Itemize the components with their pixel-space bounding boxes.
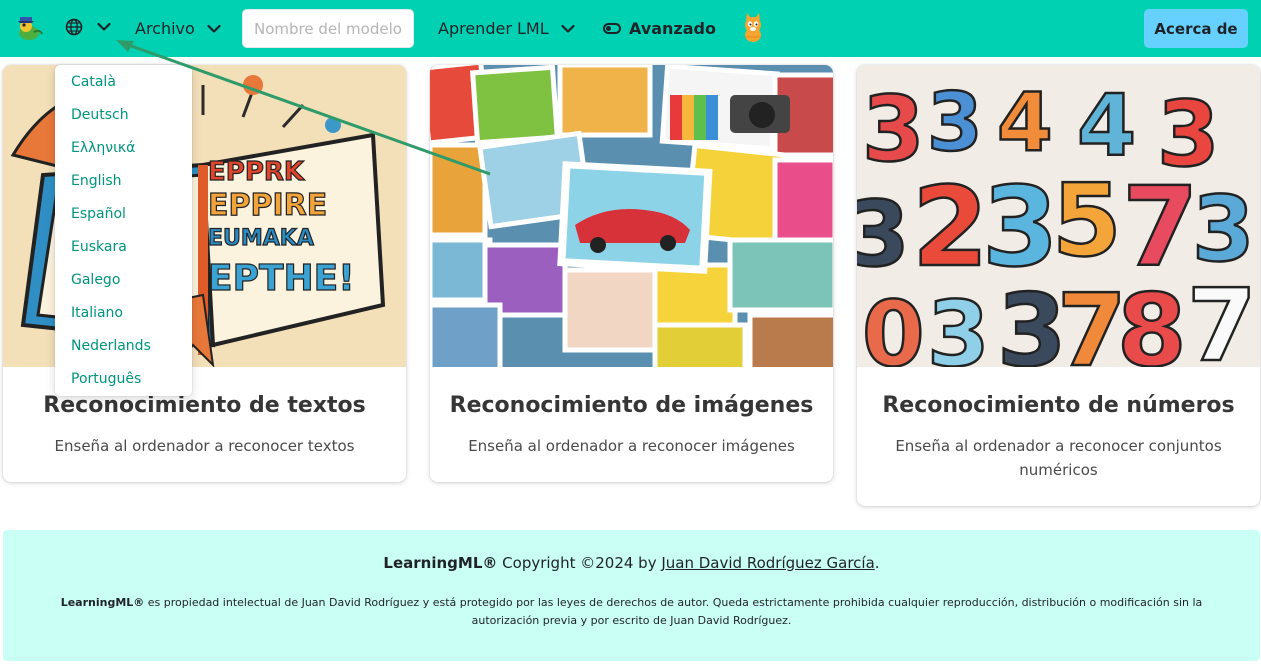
author-link[interactable]: Juan David Rodríguez García (661, 554, 874, 572)
copyright-line: LearningML® Copyright ©2024 by Juan Davi… (3, 554, 1260, 572)
card-title: Reconocimiento de números (882, 393, 1235, 418)
colorful-numbers-image: 3 3 4 4 3 3 2 3 5 7 3 0 3 3 7 8 7 (857, 65, 1260, 367)
svg-text:EPTHE!: EPTHE! (208, 258, 355, 299)
globe-icon (65, 18, 83, 36)
svg-text:0: 0 (862, 282, 925, 367)
language-option-catalan[interactable]: Català (55, 73, 192, 106)
svg-text:EPPIRE: EPPIRE (208, 188, 327, 223)
card-title: Reconocimiento de imágenes (449, 393, 814, 418)
legal-notice: LearningML® es propiedad intelectual de … (32, 594, 1232, 630)
legal-brand: LearningML® (60, 596, 145, 609)
file-menu[interactable]: Archivo (135, 0, 221, 57)
learn-lml-menu[interactable]: Aprender LML (438, 0, 575, 57)
chevron-down-icon (97, 22, 111, 31)
learn-lml-label: Aprender LML (438, 19, 549, 38)
svg-text:7: 7 (1187, 267, 1257, 367)
about-button[interactable]: Acerca de (1144, 9, 1248, 48)
svg-text:EUMAKA: EUMAKA (208, 226, 314, 251)
model-name-input[interactable] (242, 9, 414, 48)
top-navbar: Archivo Aprender LML Avanzado Acerca de (0, 0, 1261, 57)
svg-text:5: 5 (1052, 162, 1122, 279)
language-option-basque[interactable]: Euskara (55, 238, 192, 271)
number-recognition-card[interactable]: 3 3 4 4 3 3 2 3 5 7 3 0 3 3 7 8 7 Recono… (857, 65, 1260, 506)
learningml-logo-icon[interactable] (14, 14, 44, 44)
advanced-toggle[interactable]: Avanzado (603, 0, 716, 57)
image-recognition-card[interactable]: Reconocimiento de imágenes Enseña al ord… (430, 65, 833, 482)
language-option-dutch[interactable]: Nederlands (55, 337, 192, 370)
card-description: Enseña al ordenador a reconocer conjunto… (895, 437, 1222, 479)
scratch-cat-icon[interactable] (738, 13, 768, 45)
svg-text:3: 3 (927, 282, 990, 367)
language-option-english[interactable]: English (55, 172, 192, 205)
copyright-period: . (874, 554, 880, 572)
language-option-portuguese[interactable]: Português (55, 370, 192, 403)
svg-text:3: 3 (857, 182, 910, 287)
footer-brand: LearningML® (383, 554, 498, 572)
footer: LearningML® Copyright ©2024 by Juan Davi… (3, 530, 1260, 661)
toggle-icon (603, 23, 621, 34)
card-description: Enseña al ordenador a reconocer imágenes (468, 437, 795, 455)
advanced-label: Avanzado (629, 19, 716, 38)
legal-text: es propiedad intelectual de Juan David R… (144, 596, 1203, 627)
copyright-text: Copyright ©2024 by (497, 554, 662, 572)
language-option-spanish[interactable]: Español (55, 205, 192, 238)
svg-text:3: 3 (927, 76, 983, 169)
svg-text:8: 8 (1117, 272, 1187, 367)
language-option-galician[interactable]: Galego (55, 271, 192, 304)
language-selector[interactable] (65, 18, 111, 36)
card-description: Enseña al ordenador a reconocer textos (54, 437, 355, 455)
file-menu-label: Archivo (135, 19, 195, 38)
svg-text:2: 2 (912, 163, 989, 291)
chevron-down-icon (207, 24, 221, 33)
language-option-german[interactable]: Deutsch (55, 106, 192, 139)
language-option-italian[interactable]: Italiano (55, 304, 192, 337)
svg-text:4: 4 (997, 76, 1053, 169)
svg-text:EPPRK: EPPRK (208, 157, 305, 187)
chevron-down-icon (561, 24, 575, 33)
language-dropdown: Català Deutsch Ελληνικά English Español … (55, 65, 192, 396)
photo-collage-image (430, 65, 833, 367)
language-option-greek[interactable]: Ελληνικά (55, 139, 192, 172)
